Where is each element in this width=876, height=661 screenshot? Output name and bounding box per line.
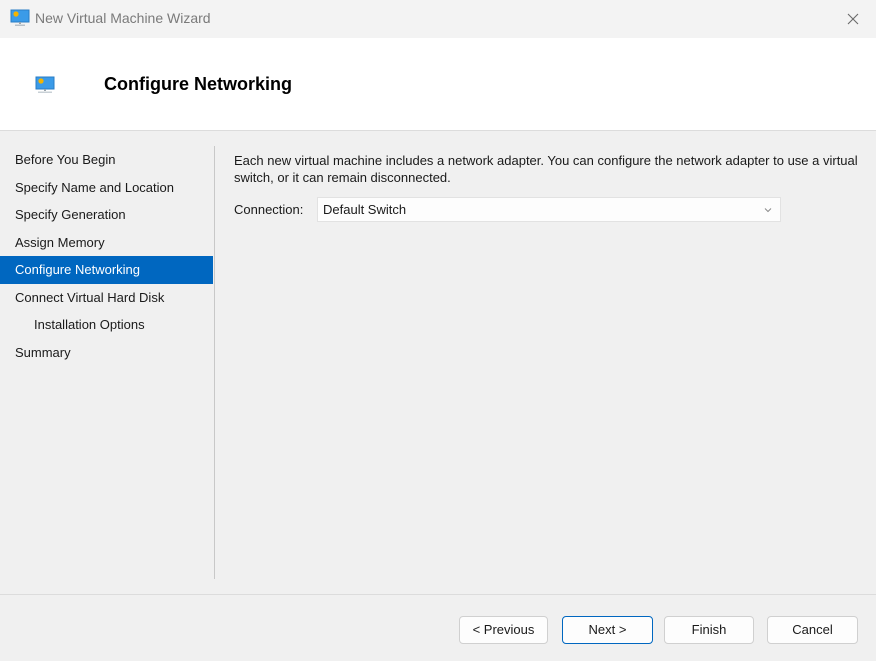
chevron-down-icon: [764, 207, 772, 212]
footer-divider: [0, 594, 876, 595]
next-button[interactable]: Next >: [562, 616, 653, 644]
title-bar: New Virtual Machine Wizard: [0, 0, 876, 38]
close-icon: [847, 13, 859, 25]
connection-row: Connection: Default Switch: [234, 197, 781, 222]
connection-select[interactable]: Default Switch: [317, 197, 781, 222]
nav-item-before-you-begin[interactable]: Before You Begin: [0, 146, 214, 174]
wizard-header: Configure Networking: [0, 38, 876, 131]
monitor-icon: [10, 9, 30, 26]
wizard-steps-nav: Before You Begin Specify Name and Locati…: [0, 146, 214, 366]
nav-item-installation-options[interactable]: Installation Options: [0, 311, 214, 339]
sidebar-divider: [214, 146, 215, 579]
window-title: New Virtual Machine Wizard: [35, 10, 211, 26]
nav-item-specify-name-and-location[interactable]: Specify Name and Location: [0, 174, 214, 202]
monitor-icon: [35, 76, 55, 93]
nav-item-connect-virtual-hard-disk[interactable]: Connect Virtual Hard Disk: [0, 284, 214, 312]
nav-item-specify-generation[interactable]: Specify Generation: [0, 201, 214, 229]
nav-item-summary[interactable]: Summary: [0, 339, 214, 367]
description-text: Each new virtual machine includes a netw…: [234, 153, 858, 185]
connection-select-value: Default Switch: [323, 202, 407, 217]
content-panel: Each new virtual machine includes a netw…: [234, 152, 864, 222]
cancel-button[interactable]: Cancel: [767, 616, 858, 644]
nav-item-assign-memory[interactable]: Assign Memory: [0, 229, 214, 257]
page-title: Configure Networking: [104, 74, 292, 94]
previous-button[interactable]: < Previous: [459, 616, 548, 644]
finish-button[interactable]: Finish: [664, 616, 754, 644]
nav-item-configure-networking[interactable]: Configure Networking: [0, 256, 213, 284]
connection-label: Connection:: [234, 202, 304, 217]
close-button[interactable]: [830, 0, 876, 38]
